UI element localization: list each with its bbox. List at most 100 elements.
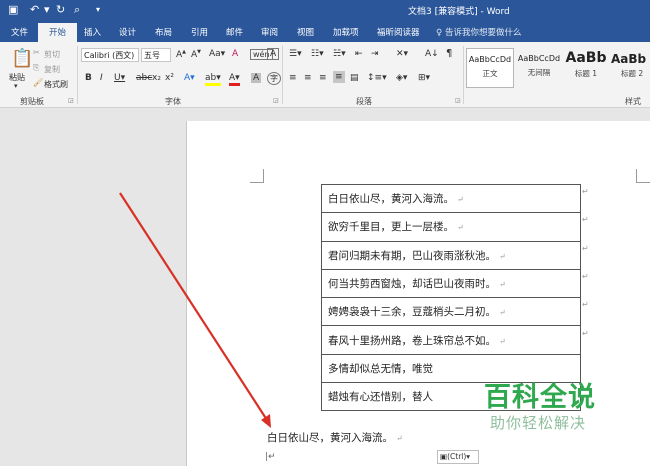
table-cell[interactable]: 娉娉袅袅十三余，豆蔻梢头二月初。 ↵	[321, 297, 581, 327]
enclose-characters-icon[interactable]: A	[267, 48, 280, 60]
title-bar: ▣ ↶ ▾ ↻ ⌕ ▾ 文档3 [兼容模式] - Word	[0, 0, 650, 22]
highlight-icon[interactable]: ab▾	[205, 73, 221, 86]
table-row[interactable]: 娉娉袅袅十三余，豆蔻梢头二月初。 ↵	[321, 297, 581, 327]
tab-foxit-reader[interactable]: 福昕阅读器	[377, 26, 420, 38]
clear-formatting-icon[interactable]: A	[232, 49, 238, 59]
table-row[interactable]: 春风十里扬州路，卷上珠帘总不如。 ↵	[321, 325, 581, 355]
customize-qat-icon[interactable]: ▾	[96, 5, 100, 14]
table-cell[interactable]: 君问归期未有期，巴山夜雨涨秋池。 ↵	[321, 240, 581, 270]
paste-options-button[interactable]: ▣(Ctrl)▾	[437, 450, 479, 464]
grow-font-icon[interactable]: A▲	[176, 49, 186, 60]
cell-end-mark: ↵	[499, 251, 506, 261]
distributed-icon[interactable]: ▤	[350, 73, 359, 83]
table-row[interactable]: 白日依山尽，黄河入海流。 ↵	[321, 183, 581, 214]
table-row[interactable]: 欲穷千里目，更上一层楼。 ↵	[321, 212, 581, 242]
italic-icon[interactable]: I	[100, 73, 103, 83]
clipboard-launcher-icon[interactable]: ◲	[68, 97, 74, 104]
bullets-icon[interactable]: ☰▾	[289, 49, 302, 59]
change-case-icon[interactable]: Aa▾	[209, 49, 225, 59]
tab-view[interactable]: 视图	[297, 26, 314, 38]
bold-icon[interactable]: B	[85, 73, 92, 83]
cell-end-mark: ↵	[457, 223, 464, 233]
tell-me-box[interactable]: ♀ 告诉我你想要做什么	[436, 26, 521, 38]
tab-file[interactable]: 文件	[11, 26, 28, 38]
chinese-layout-icon[interactable]: ✕▾	[396, 49, 408, 59]
print-preview-icon[interactable]: ⌕	[74, 3, 80, 17]
margin-corner-marker	[250, 169, 264, 183]
borders-icon[interactable]: ⊞▾	[418, 73, 430, 83]
style-heading-2[interactable]: AaBb 标题 2	[611, 48, 650, 88]
increase-indent-icon[interactable]: ⇥	[371, 49, 379, 59]
align-center-icon[interactable]: ≡	[304, 73, 312, 83]
tab-home[interactable]: 开始	[38, 23, 77, 42]
justify-icon[interactable]: ≡	[333, 71, 345, 83]
cell-end-mark: ↵	[499, 280, 506, 290]
styles-group-label: 样式	[625, 97, 641, 106]
tab-layout[interactable]: 布局	[155, 26, 172, 38]
paragraph-launcher-icon[interactable]: ◲	[455, 97, 461, 104]
copy-button[interactable]: 复制	[44, 64, 60, 75]
character-shading-icon[interactable]: A	[251, 73, 262, 83]
multilevel-list-icon[interactable]: ☵▾	[333, 49, 346, 59]
undo-dropdown-icon[interactable]: ▾	[44, 3, 50, 16]
scissors-icon[interactable]: ✂	[33, 48, 40, 57]
numbering-icon[interactable]: ☷▾	[311, 49, 324, 59]
align-left-icon[interactable]: ≡	[289, 73, 297, 83]
paste-dropdown-icon[interactable]: ▾	[14, 82, 18, 90]
pasted-paragraph[interactable]: 白日依山尽，黄河入海流。 ↵	[267, 430, 403, 445]
underline-icon[interactable]: U▾	[114, 73, 125, 83]
format-painter-button[interactable]: 格式刷	[44, 79, 68, 90]
show-marks-icon[interactable]: ¶	[446, 48, 452, 59]
clipboard-paste-icon[interactable]: 📋	[11, 48, 33, 69]
text-effects-icon[interactable]: A▾	[184, 73, 195, 83]
sort-icon[interactable]: A↓	[425, 49, 439, 59]
table-cell[interactable]: 白日依山尽，黄河入海流。 ↵	[321, 183, 581, 214]
margin-corner-marker	[636, 169, 650, 183]
decrease-indent-icon[interactable]: ⇤	[355, 49, 363, 59]
row-end-mark: ↵	[582, 244, 589, 253]
format-painter-icon[interactable]: 🖌	[33, 78, 43, 87]
row-end-mark: ↵	[582, 329, 589, 338]
style-heading-1[interactable]: AaBb 标题 1	[563, 48, 609, 88]
table-cell[interactable]: 何当共剪西窗烛，却话巴山夜雨时。 ↵	[321, 268, 581, 299]
align-right-icon[interactable]: ≡	[319, 73, 327, 83]
tab-addins[interactable]: 加载项	[333, 26, 359, 38]
font-name-combo[interactable]: Calibri (西文)	[81, 48, 139, 62]
strikethrough-icon[interactable]: abc	[136, 73, 152, 83]
table-row[interactable]: 何当共剪西窗烛，却话巴山夜雨时。 ↵	[321, 268, 581, 299]
text-cursor: |↵	[265, 452, 276, 462]
subscript-icon[interactable]: x₂	[152, 73, 161, 83]
copy-icon[interactable]: ⎘	[33, 63, 39, 73]
enclosed-char-icon[interactable]: 字	[267, 72, 281, 85]
superscript-icon[interactable]: x²	[165, 73, 174, 83]
tab-review[interactable]: 审阅	[261, 26, 278, 38]
tab-mailings[interactable]: 邮件	[226, 26, 243, 38]
line-spacing-icon[interactable]: ↕≡▾	[367, 73, 387, 83]
tab-references[interactable]: 引用	[191, 26, 208, 38]
table-cell[interactable]: 欲穷千里目，更上一层楼。 ↵	[321, 212, 581, 242]
row-end-mark: ↵	[582, 187, 589, 196]
shrink-font-icon[interactable]: A▼	[191, 49, 201, 60]
ribbon-tabs: 文件 开始 插入 设计 布局 引用 邮件 审阅 视图 加载项 福昕阅读器 ♀ 告…	[0, 22, 650, 42]
ribbon-home: 📋 粘贴 ▾ ✂ 剪切 ⎘ 复制 🖌 格式刷 剪贴板 ◲ Calibri (西文…	[0, 42, 650, 108]
save-icon[interactable]: ▣	[8, 3, 18, 16]
table-cell[interactable]: 春风十里扬州路，卷上珠帘总不如。 ↵	[321, 325, 581, 355]
font-size-combo[interactable]: 五号	[141, 48, 171, 62]
undo-icon[interactable]: ↶	[30, 3, 39, 16]
cut-button[interactable]: 剪切	[44, 49, 60, 60]
style-normal[interactable]: AaBbCcDd 正文	[466, 48, 514, 88]
font-color-icon[interactable]: A▾	[229, 73, 240, 86]
table-row[interactable]: 君问归期未有期，巴山夜雨涨秋池。 ↵	[321, 240, 581, 270]
group-separator	[463, 46, 464, 104]
row-end-mark: ↵	[582, 272, 589, 281]
shading-icon[interactable]: ◈▾	[396, 73, 407, 83]
tab-insert[interactable]: 插入	[84, 26, 101, 38]
row-end-mark: ↵	[582, 300, 589, 309]
tab-design[interactable]: 设计	[119, 26, 136, 38]
paragraph-group-label: 段落	[356, 97, 372, 106]
window-title: 文档3 [兼容模式] - Word	[408, 7, 510, 17]
redo-icon[interactable]: ↻	[56, 3, 65, 16]
font-group-label: 字体	[165, 97, 181, 106]
style-no-spacing[interactable]: AaBbCcDd 无间隔	[516, 48, 562, 88]
font-launcher-icon[interactable]: ◲	[273, 97, 279, 104]
